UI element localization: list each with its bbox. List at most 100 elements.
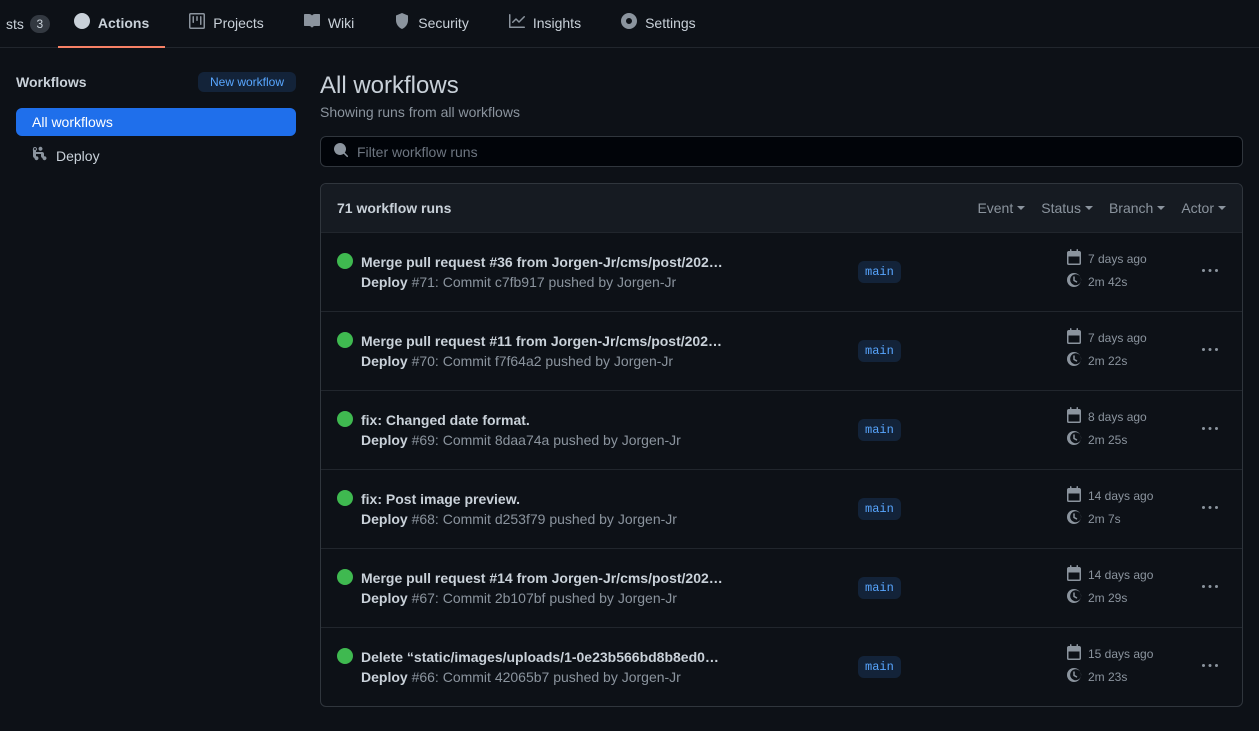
search-input[interactable] [357,144,1230,160]
sidebar-item-all-workflows[interactable]: All workflows [16,108,296,136]
page-title: All workflows [320,72,1243,100]
repo-nav: sts 3 Actions Projects Wiki Security Ins… [0,0,1259,48]
caret-down-icon [1157,206,1165,214]
sidebar-item-label: Deploy [56,148,100,164]
run-duration: 2m 29s [1088,591,1127,605]
calendar-icon [1066,328,1082,347]
sidebar-item-deploy[interactable]: Deploy [16,140,296,171]
nav-actions-label: Actions [98,15,149,31]
success-icon [337,490,353,506]
stopwatch-icon [1066,509,1082,528]
run-duration: 2m 42s [1088,275,1127,289]
nav-wiki[interactable]: Wiki [288,0,370,48]
branch-tag[interactable]: main [858,577,901,599]
run-date: 14 days ago [1088,489,1153,503]
graph-icon [509,13,525,32]
run-subtitle: Deploy #66: Commit 42065b7 pushed by Jor… [361,669,842,685]
run-meta: 14 days ago 2m 29s [1066,565,1186,611]
sidebar-item-label: All workflows [32,114,113,130]
branch-column: main [858,419,1058,441]
run-title[interactable]: Delete “static/images/uploads/1-0e23b566… [361,649,781,665]
caret-down-icon [1017,206,1025,214]
nav-pull-requests[interactable]: sts 3 [6,15,50,33]
nav-wiki-label: Wiki [328,15,354,31]
run-title[interactable]: fix: Changed date format. [361,412,781,428]
pr-count-badge: 3 [30,15,50,33]
kebab-menu[interactable] [1194,334,1226,369]
branch-tag[interactable]: main [858,340,901,362]
shield-icon [394,13,410,32]
page-subtitle: Showing runs from all workflows [320,104,1243,120]
run-row: fix: Post image preview. Deploy #68: Com… [321,469,1242,548]
run-title[interactable]: Merge pull request #14 from Jorgen-Jr/cm… [361,570,781,586]
nav-projects[interactable]: Projects [173,0,280,48]
run-subtitle: Deploy #70: Commit f7f64a2 pushed by Jor… [361,353,842,369]
run-duration: 2m 7s [1088,512,1121,526]
run-info: Merge pull request #14 from Jorgen-Jr/cm… [361,570,842,606]
stopwatch-icon [1066,588,1082,607]
kebab-menu[interactable] [1194,571,1226,606]
kebab-menu[interactable] [1194,492,1226,527]
stopwatch-icon [1066,272,1082,291]
nav-security-label: Security [418,15,469,31]
filter-status[interactable]: Status [1041,200,1093,216]
nav-settings[interactable]: Settings [605,0,712,48]
caret-down-icon [1218,206,1226,214]
sidebar-title: Workflows [16,74,87,90]
stopwatch-icon [1066,351,1082,370]
nav-actions[interactable]: Actions [58,0,165,48]
branch-column: main [858,577,1058,599]
main-content: All workflows Showing runs from all work… [320,72,1243,707]
runs-header: 71 workflow runs Event Status Branch Act… [321,184,1242,232]
run-title[interactable]: Merge pull request #36 from Jorgen-Jr/cm… [361,254,781,270]
calendar-icon [1066,565,1082,584]
projects-icon [189,13,205,32]
success-icon [337,332,353,348]
runs-count: 71 workflow runs [337,200,451,216]
branch-tag[interactable]: main [858,498,901,520]
nav-insights-label: Insights [533,15,581,31]
workflow-icon [32,146,48,165]
run-date: 7 days ago [1088,331,1147,345]
run-info: Merge pull request #36 from Jorgen-Jr/cm… [361,254,842,290]
filter-branch[interactable]: Branch [1109,200,1165,216]
sidebar: Workflows New workflow All workflows Dep… [16,72,296,707]
branch-tag[interactable]: main [858,419,901,441]
search-icon [333,142,349,161]
run-date: 14 days ago [1088,568,1153,582]
success-icon [337,411,353,427]
run-subtitle: Deploy #71: Commit c7fb917 pushed by Jor… [361,274,842,290]
new-workflow-button[interactable]: New workflow [198,72,296,92]
run-info: Delete “static/images/uploads/1-0e23b566… [361,649,842,685]
nav-security[interactable]: Security [378,0,485,48]
play-icon [74,13,90,32]
run-info: Merge pull request #11 from Jorgen-Jr/cm… [361,333,842,369]
branch-column: main [858,340,1058,362]
calendar-icon [1066,249,1082,268]
run-title[interactable]: fix: Post image preview. [361,491,781,507]
stopwatch-icon [1066,667,1082,686]
nav-insights[interactable]: Insights [493,0,597,48]
kebab-menu[interactable] [1194,255,1226,290]
branch-column: main [858,656,1058,678]
run-date: 7 days ago [1088,252,1147,266]
nav-settings-label: Settings [645,15,696,31]
filter-actor[interactable]: Actor [1181,200,1226,216]
success-icon [337,253,353,269]
filter-event[interactable]: Event [977,200,1025,216]
branch-column: main [858,498,1058,520]
run-subtitle: Deploy #67: Commit 2b107bf pushed by Jor… [361,590,842,606]
kebab-menu[interactable] [1194,413,1226,448]
kebab-menu[interactable] [1194,650,1226,685]
run-meta: 15 days ago 2m 23s [1066,644,1186,690]
run-date: 8 days ago [1088,410,1147,424]
branch-tag[interactable]: main [858,656,901,678]
run-row: Merge pull request #14 from Jorgen-Jr/cm… [321,548,1242,627]
search-box[interactable] [320,136,1243,167]
run-title[interactable]: Merge pull request #11 from Jorgen-Jr/cm… [361,333,781,349]
calendar-icon [1066,407,1082,426]
branch-column: main [858,261,1058,283]
run-duration: 2m 23s [1088,670,1127,684]
branch-tag[interactable]: main [858,261,901,283]
run-duration: 2m 25s [1088,433,1127,447]
